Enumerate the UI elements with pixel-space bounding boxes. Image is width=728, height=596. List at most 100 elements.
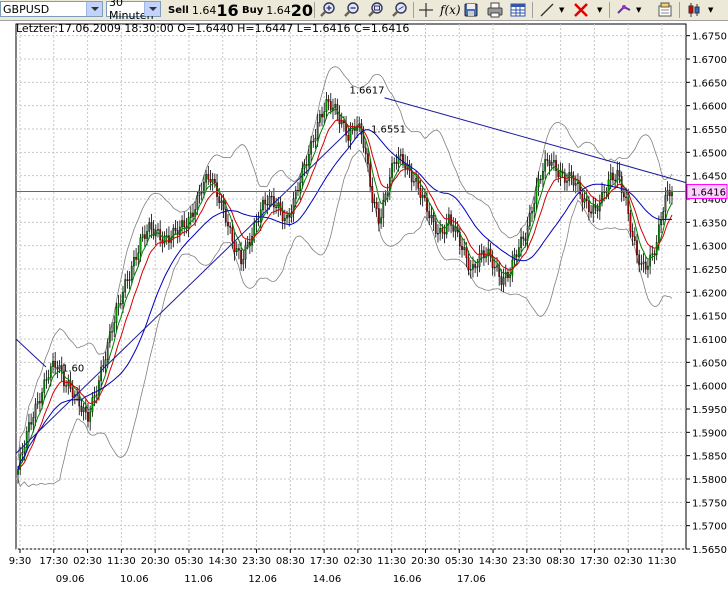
candle-body (476, 266, 479, 268)
plot-frame (15, 23, 687, 550)
y-tick-label: 1.6050 (692, 358, 727, 369)
candle-body (415, 178, 417, 182)
candle-body (432, 214, 435, 222)
y-tick-label: 1.6750 (692, 32, 727, 43)
candle-body (522, 236, 525, 240)
candle-body (439, 228, 442, 234)
chart-area[interactable]: 1.6750 1.6700 1.6650 1.6600 1.6550 1.6500 1.64… (0, 21, 728, 596)
fx-label: f(x) (440, 3, 461, 17)
price-chart[interactable]: 1.6750 1.6700 1.6650 1.6600 1.6550 1.6500 1.64… (0, 21, 728, 596)
candle-body (472, 264, 474, 270)
table-icon[interactable] (509, 1, 527, 19)
candle-body (636, 240, 638, 256)
candle-body (638, 254, 641, 265)
chevron-down-icon[interactable]: ▼ (597, 0, 602, 20)
drawing-tools-icon[interactable] (615, 1, 633, 19)
candlestick-icon[interactable] (685, 1, 703, 19)
y-tick-label: 1.6000 (692, 382, 727, 393)
save-icon[interactable] (462, 1, 480, 19)
price-annotation: 1.6617 (350, 86, 385, 97)
symbol-select[interactable]: GBPUSD (0, 1, 103, 17)
candle-body (34, 403, 37, 418)
chevron-down-icon[interactable]: ▼ (636, 0, 641, 20)
candle-body (367, 153, 369, 165)
x-tick-label: 20:30 (411, 556, 440, 567)
candle-body (590, 211, 592, 214)
candle-body (268, 196, 271, 206)
toolbar-separator (609, 2, 610, 18)
chevron-down-icon[interactable]: ▼ (708, 0, 713, 20)
y-tick-label: 1.6600 (692, 102, 727, 113)
candle-body (397, 155, 400, 164)
candle-body (135, 257, 137, 260)
properties-icon[interactable] (656, 1, 674, 19)
candle-body (181, 220, 183, 228)
candle-body (244, 245, 247, 260)
candle-body (143, 234, 146, 239)
indicator-fx-button[interactable]: f(x) (440, 0, 461, 20)
candle-body (469, 269, 472, 271)
candle-body (651, 253, 654, 256)
zoom-in-icon[interactable] (319, 1, 337, 19)
candle-body (531, 211, 533, 214)
y-tick-label: 1.6700 (692, 55, 727, 66)
candle-body (577, 182, 579, 184)
candle-body (216, 182, 218, 197)
crosshair-icon[interactable] (417, 1, 435, 19)
zoom-reset-icon[interactable] (391, 1, 409, 19)
candle-body (614, 179, 617, 181)
candle-body (242, 259, 245, 265)
candle-body (496, 265, 498, 268)
x-tick-label: 05:30 (445, 556, 474, 567)
sell-button[interactable]: Sell 1.64 16 (168, 0, 239, 20)
candle-body (605, 191, 608, 193)
line-tool-icon[interactable] (538, 1, 556, 19)
chevron-down-icon[interactable]: ▼ (559, 0, 564, 20)
candle-body (548, 160, 551, 166)
zoom-range-icon[interactable] (367, 1, 385, 19)
chevron-down-icon[interactable] (86, 2, 102, 16)
candle-body (443, 231, 446, 235)
timeframe-select[interactable]: 30 Minuten (106, 0, 161, 22)
sell-label: Sell (168, 4, 189, 16)
candle-body (631, 231, 634, 237)
candle-body (539, 178, 542, 181)
price-annotation: 1.60 (62, 364, 84, 375)
delete-icon[interactable] (572, 1, 590, 19)
buy-price-small: 1.64 (266, 3, 291, 17)
toolbar-separator (679, 2, 680, 18)
y-tick-label: 1.6300 (692, 242, 727, 253)
y-tick-label: 1.5900 (692, 428, 727, 439)
candle-body (253, 222, 256, 237)
candle-body (329, 101, 332, 111)
candle-body (141, 234, 144, 238)
candle-body (647, 265, 649, 270)
chevron-down-icon[interactable] (144, 2, 160, 16)
candle-body (227, 221, 229, 227)
candle-body (28, 422, 30, 432)
candle-body (404, 163, 407, 169)
candle-body (248, 241, 251, 246)
print-icon[interactable] (486, 1, 504, 19)
candle-body (270, 196, 273, 198)
candle-body (616, 170, 619, 181)
candle-body (54, 361, 57, 368)
x-tick-label: 9:30 (9, 556, 31, 567)
candle-body (502, 277, 505, 285)
candle-body (413, 181, 415, 183)
candle-body (213, 178, 216, 183)
candle-body (126, 279, 129, 282)
zoom-out-icon[interactable] (343, 1, 361, 19)
candle-body (662, 211, 665, 220)
candle-body (553, 160, 555, 163)
candle-body (327, 99, 330, 102)
candle-body (130, 265, 133, 280)
buy-button[interactable]: Buy 1.64 20 (242, 0, 313, 20)
x-tick-label: 08:30 (276, 556, 305, 567)
candle-body (430, 214, 433, 219)
candle-body (41, 392, 43, 404)
candle-body (542, 171, 544, 180)
candle-body (528, 212, 531, 227)
y-tick-label: 1.6250 (692, 265, 727, 276)
candle-body (323, 111, 326, 118)
